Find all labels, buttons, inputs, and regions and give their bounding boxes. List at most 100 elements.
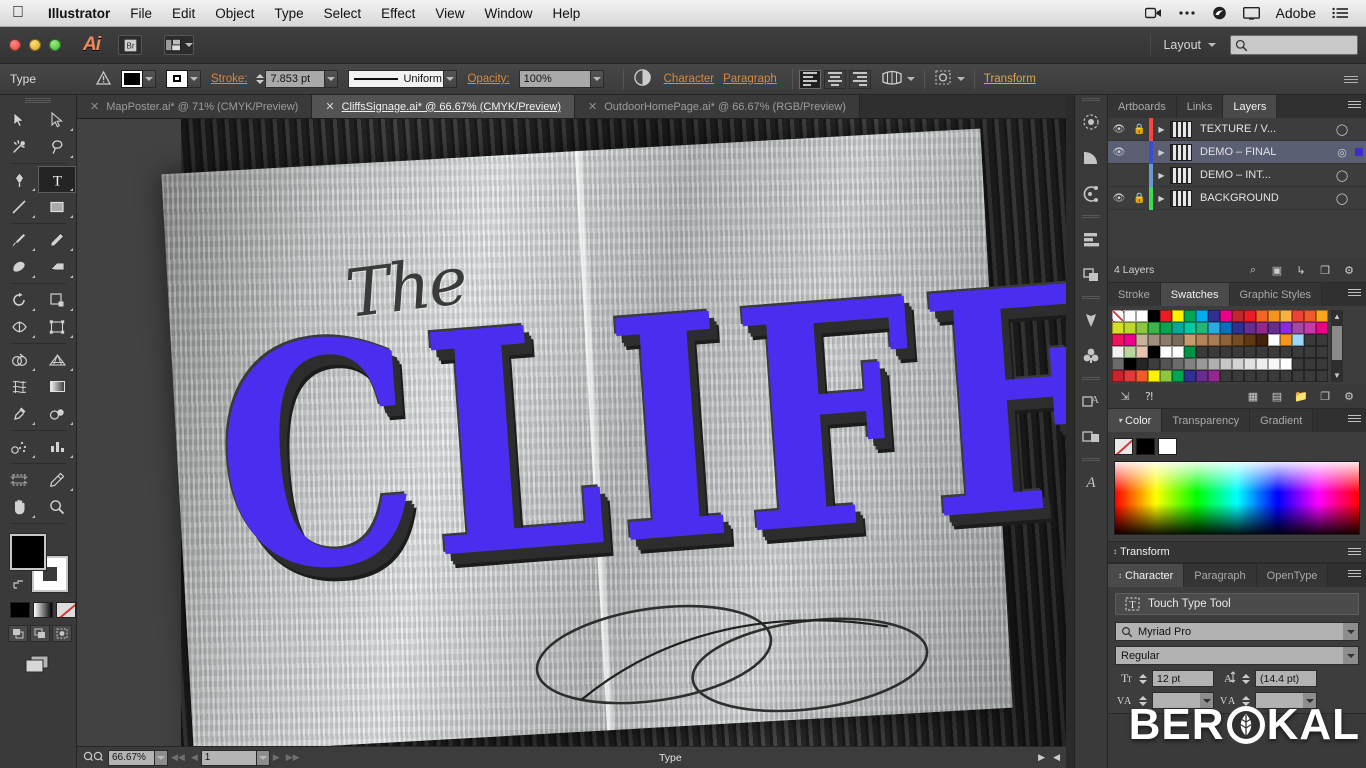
- swatch-cell[interactable]: [1280, 334, 1292, 346]
- swatch-cell[interactable]: [1160, 370, 1172, 382]
- appearance-panel-icon[interactable]: A: [1075, 383, 1107, 419]
- artboard[interactable]: The CLIFFS: [77, 119, 1066, 746]
- zoom-level-field[interactable]: 66.67%: [108, 749, 155, 766]
- swatch-cell[interactable]: [1172, 310, 1184, 322]
- next-artboard-button[interactable]: ▶: [270, 752, 283, 763]
- swatch-cell[interactable]: [1268, 334, 1280, 346]
- hand-tool[interactable]: [0, 493, 38, 520]
- fill-color-swatch[interactable]: [121, 70, 143, 88]
- rectangle-tool[interactable]: [38, 193, 76, 220]
- scale-tool[interactable]: [38, 286, 76, 313]
- paintbrush-tool[interactable]: [0, 226, 38, 253]
- swatch-cell[interactable]: [1208, 370, 1220, 382]
- layer-visibility-icon[interactable]: 👁: [1108, 124, 1130, 135]
- stroke-dropdown-button[interactable]: [188, 70, 201, 88]
- gradient-tool[interactable]: [38, 373, 76, 400]
- image-trace-panel-icon[interactable]: [1075, 302, 1107, 338]
- drawing-mode-behind-icon[interactable]: [30, 625, 50, 642]
- swatch-cell[interactable]: [1220, 322, 1232, 334]
- swatch-cell[interactable]: [1316, 358, 1328, 370]
- tab-stroke[interactable]: Stroke: [1108, 283, 1161, 306]
- leading-field[interactable]: (14.4 pt): [1255, 670, 1317, 687]
- swatch-cell[interactable]: [1316, 370, 1328, 382]
- list-menu-icon[interactable]: [1325, 7, 1356, 19]
- panel-grip[interactable]: [0, 95, 76, 106]
- swatch-cell[interactable]: [1160, 346, 1172, 358]
- show-swatch-kinds-icon[interactable]: ▦: [1242, 390, 1264, 403]
- layer-row[interactable]: ▶ DEMO – INT... ◯: [1108, 163, 1366, 187]
- swatch-cell[interactable]: [1148, 358, 1160, 370]
- eyedropper-tool[interactable]: [0, 400, 38, 427]
- stroke-profile-select[interactable]: Uniform: [348, 70, 445, 88]
- previous-artboard-button[interactable]: ◀: [188, 752, 201, 763]
- stroke-weight-dropdown[interactable]: [325, 70, 339, 88]
- swatch-cell[interactable]: [1136, 322, 1148, 334]
- swatch-cell[interactable]: [1148, 334, 1160, 346]
- chevron-down-icon[interactable]: [1208, 43, 1216, 47]
- swatch-cell[interactable]: [1268, 322, 1280, 334]
- swatch-cell[interactable]: [1220, 346, 1232, 358]
- layer-name[interactable]: TEXTURE / V...: [1192, 123, 1332, 135]
- collapse-arrows-icon[interactable]: ↕: [1113, 548, 1117, 556]
- swatch-cell[interactable]: [1220, 358, 1232, 370]
- swatch-cell[interactable]: [1160, 310, 1172, 322]
- control-bar-menu-icon[interactable]: [1344, 75, 1358, 83]
- swatch-cell[interactable]: [1208, 346, 1220, 358]
- color-chip-white[interactable]: [1158, 438, 1177, 455]
- swatch-cell[interactable]: [1280, 346, 1292, 358]
- tab-paragraph[interactable]: Paragraph: [1184, 564, 1257, 587]
- swatches-scrollbar[interactable]: ▲ ▼: [1331, 310, 1343, 382]
- artwork-cliffs-text[interactable]: CLIFFS: [205, 201, 1066, 643]
- swatch-cell[interactable]: [1208, 322, 1220, 334]
- swatch-cell[interactable]: [1244, 358, 1256, 370]
- tab-character[interactable]: ↕ Character: [1108, 564, 1185, 587]
- color-spectrum-ramp[interactable]: [1114, 461, 1360, 535]
- recolor-artwork-icon[interactable]: [633, 68, 652, 90]
- swatch-cell[interactable]: [1124, 334, 1136, 346]
- swatch-cell[interactable]: [1196, 322, 1208, 334]
- artboard-number-field[interactable]: 1: [200, 749, 257, 766]
- swatch-cell[interactable]: [1136, 370, 1148, 382]
- swatch-cell[interactable]: [1304, 358, 1316, 370]
- swatch-cell[interactable]: [1184, 370, 1196, 382]
- change-screen-mode-icon[interactable]: [24, 654, 76, 679]
- swatch-cell[interactable]: [1292, 322, 1304, 334]
- magic-wand-tool[interactable]: [0, 133, 38, 160]
- free-transform-tool[interactable]: [38, 313, 76, 340]
- align-center-button[interactable]: [823, 69, 846, 89]
- layer-lock-icon[interactable]: 🔒: [1130, 124, 1149, 135]
- layer-name[interactable]: BACKGROUND: [1192, 192, 1332, 204]
- brushes-panel-icon[interactable]: [1075, 140, 1107, 176]
- swatch-cell[interactable]: [1268, 370, 1280, 382]
- collapse-arrows-icon[interactable]: ↕: [1118, 571, 1122, 580]
- display-icon[interactable]: [1236, 6, 1267, 20]
- ellipsis-icon[interactable]: [1171, 7, 1203, 19]
- bridge-button[interactable]: Br: [118, 35, 142, 55]
- swatch-cell[interactable]: [1184, 322, 1196, 334]
- swatch-cell[interactable]: [1112, 310, 1124, 322]
- column-graph-tool[interactable]: [38, 433, 76, 460]
- stroke-weight-field[interactable]: 7.853 pt: [265, 70, 326, 88]
- symbol-sprayer-tool[interactable]: [0, 433, 38, 460]
- swatch-cell[interactable]: [1292, 358, 1304, 370]
- kerning-field[interactable]: [1152, 692, 1214, 709]
- menu-view[interactable]: View: [425, 0, 474, 27]
- swatch-cell[interactable]: [1208, 358, 1220, 370]
- tab-links[interactable]: Links: [1176, 95, 1224, 118]
- swatch-cell[interactable]: [1124, 310, 1136, 322]
- delete-swatch-icon[interactable]: ⚙: [1338, 390, 1360, 403]
- swatch-cell[interactable]: [1160, 322, 1172, 334]
- layer-name[interactable]: DEMO – FINAL: [1192, 146, 1332, 158]
- warning-icon[interactable]: [95, 70, 112, 88]
- swatch-cell[interactable]: [1148, 346, 1160, 358]
- menu-type[interactable]: Type: [264, 0, 313, 27]
- eraser-tool[interactable]: [38, 253, 76, 280]
- tab-graphic-styles[interactable]: Graphic Styles: [1229, 283, 1323, 306]
- swatch-cell[interactable]: [1208, 310, 1220, 322]
- swatch-cell[interactable]: [1232, 310, 1244, 322]
- swatch-cell[interactable]: [1160, 358, 1172, 370]
- tracking-stepper[interactable]: [1242, 695, 1250, 706]
- layer-row[interactable]: 👁 ▶ DEMO – FINAL ◎: [1108, 140, 1366, 164]
- swatch-cell[interactable]: [1124, 370, 1136, 382]
- creative-cloud-icon[interactable]: [1205, 6, 1234, 20]
